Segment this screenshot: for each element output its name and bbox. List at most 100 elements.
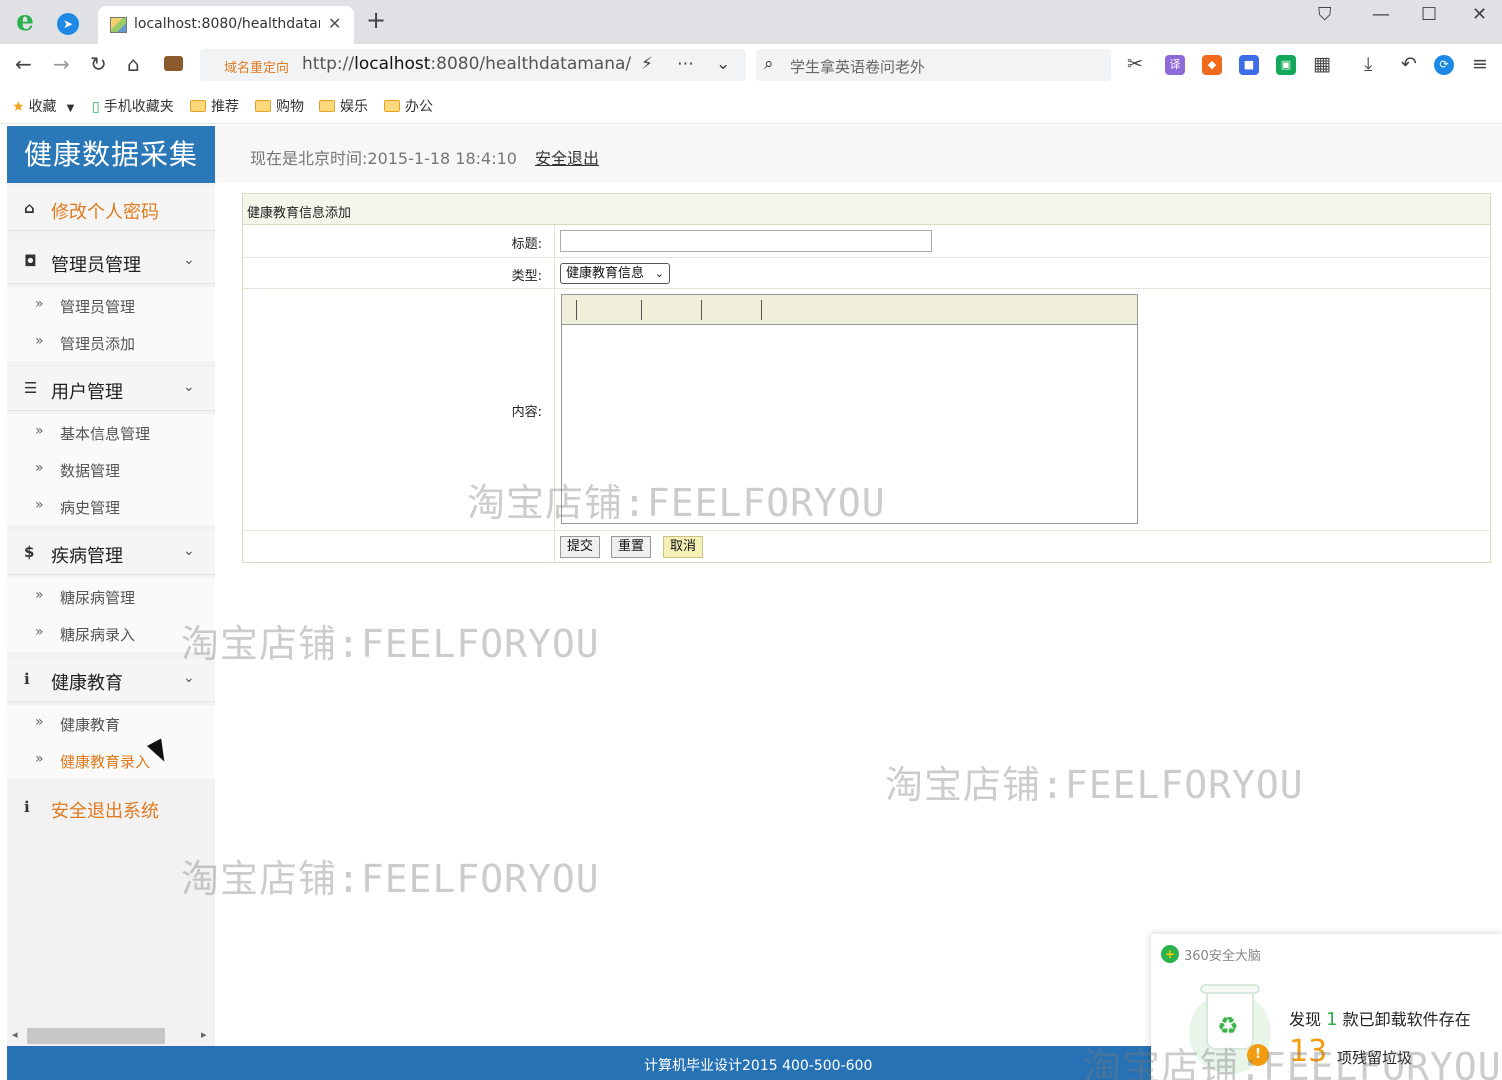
sidebar-item-admin-add[interactable]: » 管理员添加 xyxy=(7,324,215,361)
forward-icon[interactable]: → xyxy=(53,53,70,75)
form-title: 健康教育信息添加 xyxy=(247,206,352,221)
sidebar-scrollbar[interactable]: ◂ ▸ xyxy=(7,1028,215,1044)
download-icon[interactable]: ⤓ xyxy=(1364,53,1372,75)
security-logo-icon: + xyxy=(1161,945,1179,963)
new-tab-icon[interactable]: + xyxy=(366,8,386,32)
popup-message: 发现 1 款已卸载软件存在 xyxy=(1289,1009,1471,1030)
home-icon[interactable]: ⌂ xyxy=(127,53,140,75)
search-box[interactable]: ⌕ 学生拿英语卷问老外 xyxy=(756,49,1111,81)
sidebar-item-education-entry[interactable]: » 健康教育录入 xyxy=(7,742,215,779)
bookmark-entertainment[interactable]: 娱乐 xyxy=(319,96,368,116)
form-row-actions: 提交 重置 取消 xyxy=(243,531,1490,562)
reader-icon[interactable]: ▣ xyxy=(1276,55,1296,75)
sidebar-item-label: 修改个人密码 xyxy=(51,202,159,223)
warning-icon: ! xyxy=(1247,1044,1269,1066)
current-time: 现在是北京时间:2015-1-18 18:4:10 xyxy=(250,149,517,168)
sidebar-item-diabetes-entry[interactable]: » 糖尿病录入 xyxy=(7,615,215,652)
bookmark-office[interactable]: 办公 xyxy=(384,96,433,116)
toolbar-separator xyxy=(576,300,577,320)
scissors-icon[interactable]: ✂ xyxy=(1127,53,1143,75)
sidebar-group-label: 管理员管理 xyxy=(51,255,141,276)
watermark: 淘宝店铺:FEELFORYOU xyxy=(181,622,600,666)
undo-icon[interactable]: ↶ xyxy=(1401,53,1417,75)
more-icon[interactable]: ⋯ xyxy=(677,54,694,74)
sidebar-group-disease[interactable]: $ 疾病管理 ⌄ xyxy=(7,531,215,575)
lightning-icon[interactable]: ⚡ xyxy=(641,54,653,74)
browser-tab[interactable]: localhost:8080/healthdatam ✕ xyxy=(98,6,354,44)
sidebar-item-label: 数据管理 xyxy=(60,462,121,480)
sidebar-item-label: 病史管理 xyxy=(60,499,121,517)
sync-icon[interactable]: ⟳ xyxy=(1434,55,1454,75)
watermark: 淘宝店铺:FEELFORYOU xyxy=(885,763,1304,807)
label-cell: 内容: xyxy=(243,289,555,530)
security-popup[interactable]: + 360安全大脑 ♻ 发现 1 款已卸载软件存在 ! 13 项残留垃圾 xyxy=(1151,934,1502,1080)
search-icon: ⌕ xyxy=(764,54,774,74)
form-heading: 健康教育信息添加 xyxy=(243,194,1490,225)
sidebar-item-label: 糖尿病管理 xyxy=(60,589,136,607)
toolbar-separator xyxy=(641,300,642,320)
toolbar-separator xyxy=(761,300,762,320)
sidebar-item-label: 健康教育录入 xyxy=(60,753,151,771)
bookmark-mobile[interactable]: ▯ 手机收藏夹 xyxy=(92,96,174,116)
sidebar-item-diabetes-manage[interactable]: » 糖尿病管理 xyxy=(7,578,215,615)
scroll-right-icon[interactable]: ▸ xyxy=(201,1028,207,1041)
form-row-type: 类型: 健康教育信息 ⌄ xyxy=(243,258,1490,289)
content-editor[interactable] xyxy=(561,294,1138,524)
sidebar-group-admin[interactable]: ◘ 管理员管理 ⌄ xyxy=(7,240,215,284)
minimize-icon[interactable]: — xyxy=(1372,4,1390,25)
type-select[interactable]: 健康教育信息 ⌄ xyxy=(560,263,670,284)
briefcase-icon[interactable] xyxy=(164,56,183,71)
reset-button[interactable]: 重置 xyxy=(611,536,652,558)
folder-icon xyxy=(319,100,335,112)
chevron-down-icon[interactable]: ⌄ xyxy=(716,54,730,74)
sidebar-item-exit-system[interactable]: ℹ 安全退出系统 xyxy=(7,786,215,830)
address-url[interactable]: http://localhost:8080/healthdatamana/adr xyxy=(302,54,632,74)
extension-icon[interactable]: ■ xyxy=(1239,55,1259,75)
reload-icon[interactable]: ↻ xyxy=(90,53,107,75)
page-header: 现在是北京时间:2015-1-18 18:4:10 安全退出 xyxy=(215,126,1502,183)
chevron-down-icon[interactable]: ▼ xyxy=(67,103,75,114)
sidebar-item-change-password[interactable]: ⌂ 修改个人密码 xyxy=(7,187,215,231)
sidebar: ⌂ 修改个人密码 ◘ 管理员管理 ⌄ » 管理员管理 » 管理员添加 ☰ 用户管… xyxy=(7,183,215,1046)
sidebar-item-admin-manage[interactable]: » 管理员管理 xyxy=(7,287,215,324)
sidebar-item-education[interactable]: » 健康教育 xyxy=(7,705,215,742)
search-placeholder: 学生拿英语卷问老外 xyxy=(790,58,926,76)
folder-icon xyxy=(190,100,206,112)
skin-icon[interactable]: ⛉ xyxy=(1318,4,1332,25)
bookmark-shopping[interactable]: 购物 xyxy=(255,96,304,116)
sidebar-group-label: 用户管理 xyxy=(51,382,123,403)
pinned-tab-icon[interactable]: ➤ xyxy=(57,13,79,35)
cancel-button[interactable]: 取消 xyxy=(663,536,704,558)
bookmark-favorites[interactable]: ★ 收藏 ▼ xyxy=(12,96,74,116)
sidebar-item-data-manage[interactable]: » 数据管理 xyxy=(7,451,215,488)
menu-icon[interactable]: ≡ xyxy=(1472,53,1488,75)
translate-icon[interactable]: 译 xyxy=(1165,55,1185,75)
sidebar-item-basic-info[interactable]: » 基本信息管理 xyxy=(7,414,215,451)
star-icon: ★ xyxy=(12,99,25,115)
double-chevron-icon: » xyxy=(35,587,44,603)
sidebar-item-label: 健康教育 xyxy=(60,716,121,734)
maximize-icon[interactable]: ☐ xyxy=(1421,4,1437,25)
title-input[interactable] xyxy=(560,230,932,252)
label-cell xyxy=(243,531,555,562)
apps-icon[interactable]: ▦ xyxy=(1313,53,1331,75)
close-window-icon[interactable]: ✕ xyxy=(1472,4,1487,25)
tab-title: localhost:8080/healthdatam xyxy=(134,16,320,32)
double-chevron-icon: » xyxy=(35,714,44,730)
submit-button[interactable]: 提交 xyxy=(560,536,601,558)
sidebar-group-users[interactable]: ☰ 用户管理 ⌄ xyxy=(7,367,215,411)
double-chevron-icon: » xyxy=(35,460,44,476)
sidebar-item-history[interactable]: » 病史管理 xyxy=(7,488,215,525)
logout-link[interactable]: 安全退出 xyxy=(535,145,599,169)
back-icon[interactable]: ← xyxy=(15,53,32,75)
tab-close-icon[interactable]: ✕ xyxy=(328,14,341,33)
bookmark-recommend[interactable]: 推荐 xyxy=(190,96,239,116)
address-bar[interactable]: 域名重定向 http://localhost:8080/healthdatama… xyxy=(200,49,746,81)
browser-logo-icon: e xyxy=(16,4,34,37)
scrollbar-thumb[interactable] xyxy=(27,1028,165,1044)
browser-tab-bar: e ➤ localhost:8080/healthdatam ✕ + ⛉ — ☐… xyxy=(0,0,1502,44)
tab-favicon-icon xyxy=(110,17,127,33)
game-icon[interactable]: ◆ xyxy=(1202,55,1222,75)
sidebar-group-education[interactable]: ℹ 健康教育 ⌄ xyxy=(7,658,215,702)
scroll-left-icon[interactable]: ◂ xyxy=(12,1028,18,1041)
